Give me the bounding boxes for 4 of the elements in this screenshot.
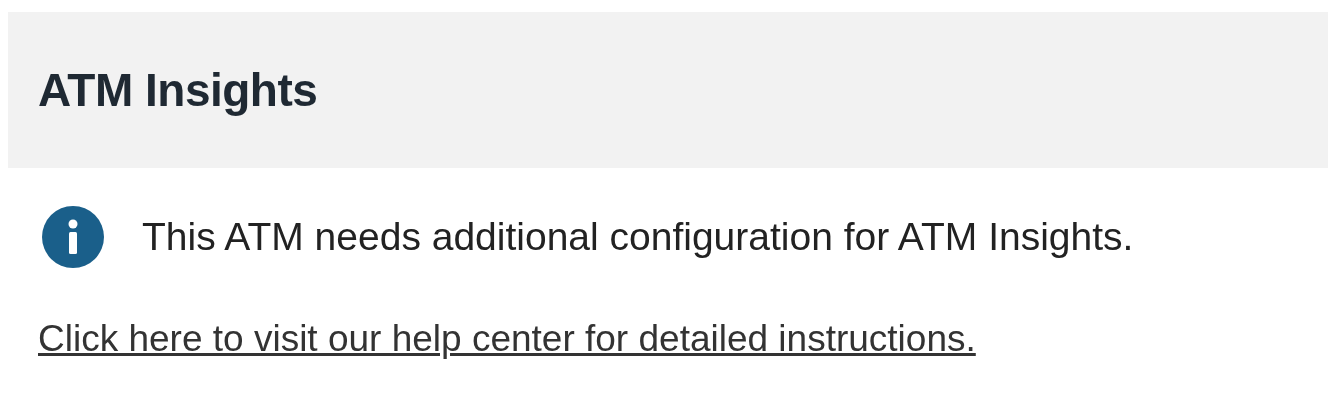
- page-title: ATM Insights: [38, 63, 318, 117]
- notice-message: This ATM needs additional configuration for ATM Insights.: [142, 215, 1134, 259]
- info-icon: [42, 206, 104, 268]
- help-center-link[interactable]: Click here to visit our help center for detailed instructions.: [38, 318, 976, 360]
